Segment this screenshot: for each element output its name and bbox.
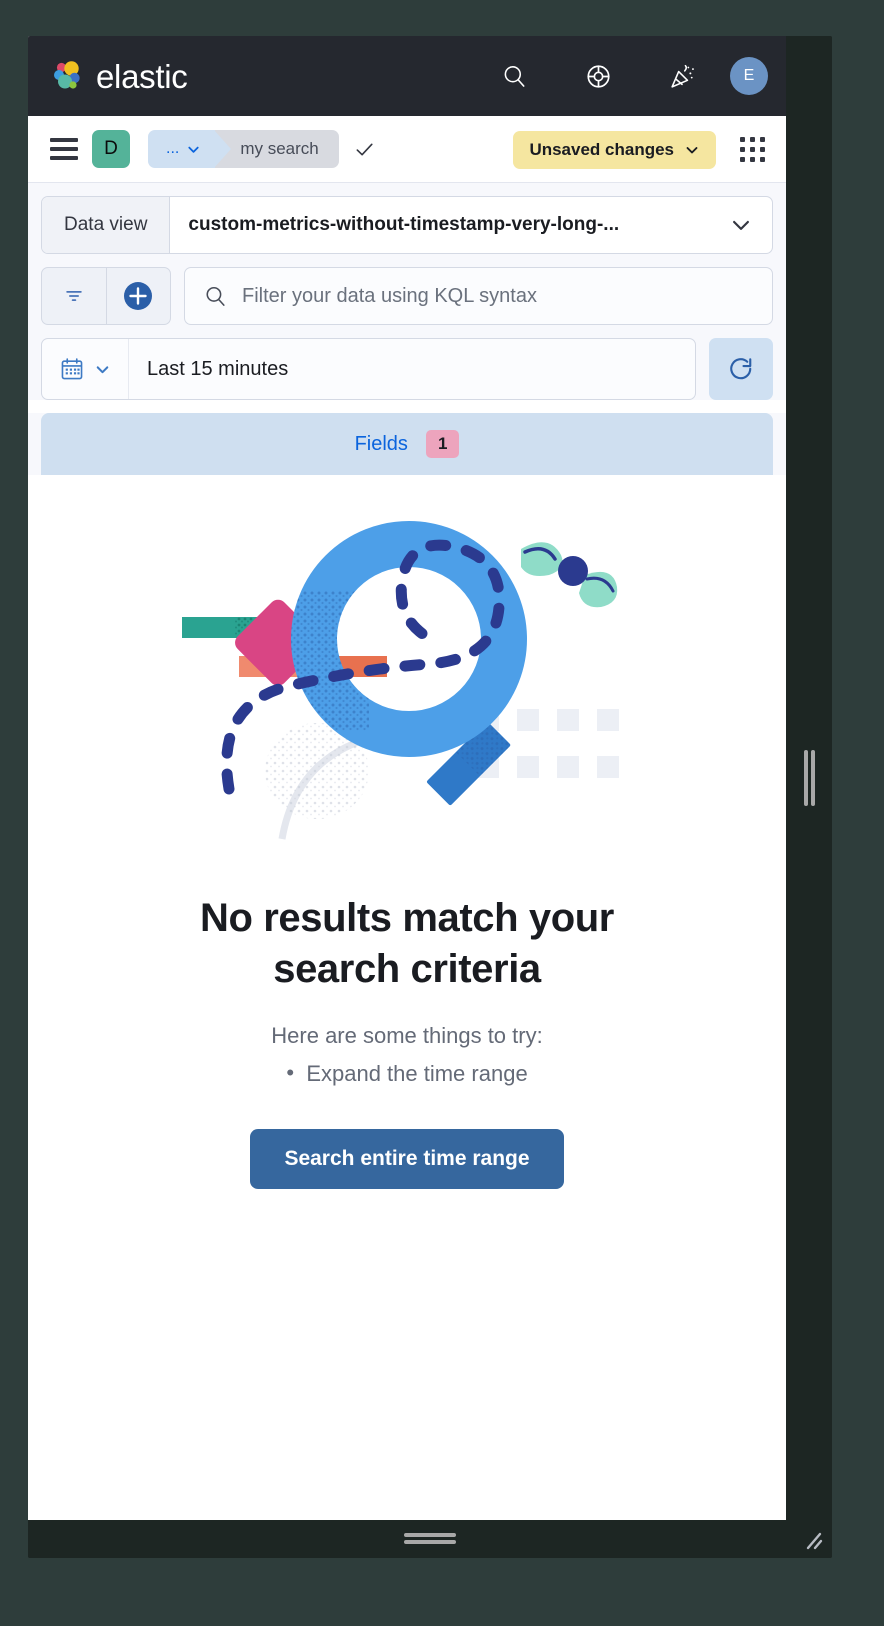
- refresh-button[interactable]: [709, 338, 773, 400]
- saved-check-icon[interactable]: [353, 138, 376, 161]
- no-results-empty-state: No results match your search criteria He…: [28, 475, 786, 1520]
- chevron-down-icon: [96, 365, 109, 373]
- super-date-picker[interactable]: Last 15 minutes: [41, 338, 696, 400]
- tabs-section: Fields 1: [28, 413, 786, 475]
- window-right-gutter: [786, 36, 832, 1520]
- unsaved-changes-button[interactable]: Unsaved changes: [513, 130, 716, 169]
- filter-buttons-group: [41, 267, 171, 325]
- user-avatar[interactable]: E: [730, 57, 768, 95]
- query-bar-area: Data view custom-metrics-without-timesta…: [28, 183, 786, 400]
- party-popper-icon[interactable]: [668, 62, 696, 90]
- data-view-label: Data view: [42, 197, 171, 253]
- corner-resize-grip-icon[interactable]: [802, 1530, 824, 1552]
- tab-fields-label: Fields: [354, 432, 408, 455]
- calendar-icon: [61, 358, 83, 380]
- browser-window: elastic E D ... my search Unsaved change…: [28, 36, 832, 1558]
- add-filter-plus-icon[interactable]: [105, 268, 171, 324]
- app-viewport: elastic E D ... my search Unsaved change…: [28, 36, 786, 1520]
- chevron-down-icon: [686, 146, 698, 153]
- elastic-global-header: elastic E: [28, 36, 786, 116]
- filter-icon[interactable]: [42, 268, 106, 324]
- desktop-background: elastic E D ... my search Unsaved change…: [0, 0, 884, 1626]
- breadcrumb-ellipsis-button[interactable]: ...: [148, 130, 216, 168]
- vertical-resize-handle[interactable]: [803, 750, 815, 806]
- help-lifebuoy-icon[interactable]: [584, 62, 612, 90]
- date-picker-row: Last 15 minutes: [41, 338, 773, 400]
- unsaved-changes-label: Unsaved changes: [529, 139, 674, 159]
- breadcrumb-separator: [214, 130, 232, 168]
- magnifying-glass-no-results-illustration: [182, 521, 619, 840]
- breadcrumb-current-item[interactable]: my search: [214, 130, 339, 168]
- date-range-value[interactable]: Last 15 minutes: [129, 358, 288, 381]
- app-navigation-bar: D ... my search Unsaved changes: [28, 116, 786, 183]
- list-item: Expand the time range: [286, 1060, 527, 1087]
- refresh-icon: [730, 358, 752, 380]
- hamburger-menu-icon[interactable]: [50, 138, 78, 160]
- search-entire-time-range-button[interactable]: Search entire time range: [250, 1129, 564, 1190]
- tab-fields[interactable]: Fields 1: [41, 413, 773, 475]
- data-view-dropdown[interactable]: custom-metrics-without-timestamp-very-lo…: [170, 197, 772, 253]
- global-header-actions: E: [500, 36, 768, 116]
- filter-row: Filter your data using KQL syntax: [41, 267, 773, 325]
- horizontal-resize-handle[interactable]: [404, 1533, 456, 1545]
- window-bottom-bar: [28, 1520, 832, 1558]
- elastic-logo-icon: [50, 59, 84, 93]
- data-view-selector[interactable]: Data view custom-metrics-without-timesta…: [41, 196, 773, 254]
- empty-state-subtitle: Here are some things to try:: [271, 1023, 543, 1049]
- page-title: No results match your search criteria: [200, 896, 614, 992]
- search-icon[interactable]: [500, 62, 528, 90]
- elastic-brand[interactable]: elastic: [50, 57, 188, 95]
- chevron-down-icon: [733, 220, 749, 230]
- breadcrumb-ellipsis-label: ...: [166, 140, 180, 157]
- discover-app-badge[interactable]: D: [92, 130, 130, 168]
- date-quick-select-button[interactable]: [42, 339, 129, 399]
- app-grid-icon[interactable]: [740, 136, 766, 163]
- data-view-value: custom-metrics-without-timestamp-very-lo…: [188, 214, 620, 235]
- nav-right-actions: Unsaved changes: [513, 116, 766, 183]
- brand-wordmark: elastic: [96, 57, 188, 95]
- breadcrumb: ... my search: [148, 130, 376, 168]
- tab-fields-count-badge: 1: [425, 429, 460, 459]
- chevron-down-icon: [188, 146, 199, 153]
- kql-search-input[interactable]: Filter your data using KQL syntax: [184, 267, 773, 325]
- kql-placeholder-text: Filter your data using KQL syntax: [242, 284, 537, 307]
- empty-state-suggestions: Expand the time range: [286, 1060, 527, 1087]
- search-icon: [206, 286, 225, 306]
